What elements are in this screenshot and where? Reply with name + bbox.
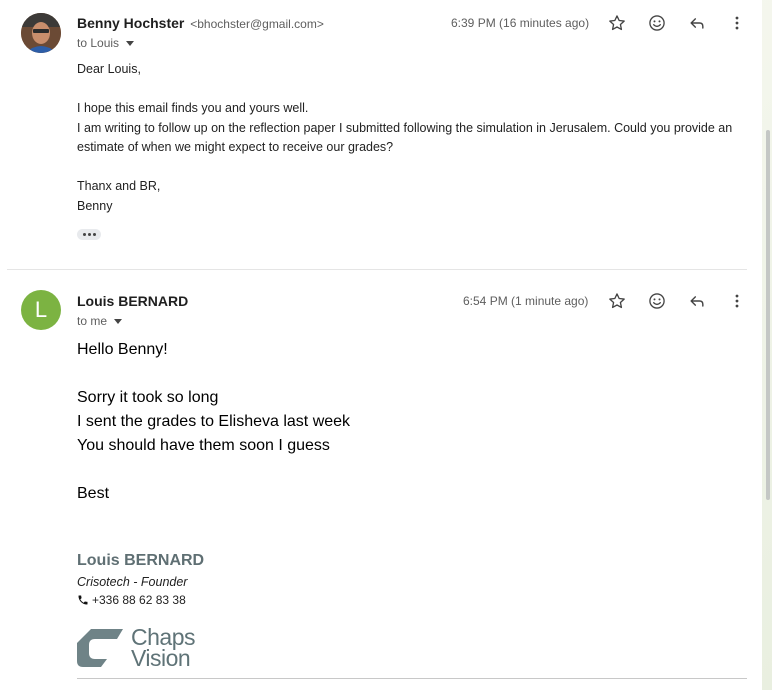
sender-name[interactable]: Louis BERNARD bbox=[77, 293, 188, 309]
scrollbar-thumb[interactable] bbox=[766, 130, 770, 500]
sender-name[interactable]: Benny Hochster bbox=[77, 15, 184, 31]
sender-line: Benny Hochster <bhochster@gmail.com> bbox=[77, 15, 324, 31]
emoji-icon bbox=[649, 293, 665, 309]
signature-title: Crisotech - Founder bbox=[77, 575, 188, 589]
timestamp: 6:54 PM (1 minute ago) bbox=[463, 294, 589, 308]
paragraph: I am writing to follow up on the reflect… bbox=[77, 120, 733, 155]
sender-avatar[interactable] bbox=[21, 13, 61, 53]
star-icon bbox=[609, 15, 625, 31]
reply-button[interactable] bbox=[685, 289, 709, 313]
chaps-vision-logo-icon bbox=[77, 629, 123, 667]
timestamp: 6:39 PM (16 minutes ago) bbox=[451, 16, 590, 30]
email-thread: Benny Hochster <bhochster@gmail.com> to … bbox=[0, 0, 762, 690]
body-line: I sent the grades to Elisheva last week bbox=[77, 413, 351, 430]
to-label: to Louis bbox=[77, 36, 120, 50]
company-logo: Chaps Vision bbox=[77, 626, 195, 671]
signature-name: Louis BERNARD bbox=[77, 552, 205, 569]
star-button[interactable] bbox=[605, 11, 629, 35]
paragraph: I hope this email finds you and yours we… bbox=[77, 101, 309, 115]
more-options-button[interactable] bbox=[725, 289, 749, 313]
body-line: Sorry it took so long bbox=[77, 389, 219, 406]
scrollbar[interactable] bbox=[764, 0, 772, 690]
emoji-reaction-button[interactable] bbox=[645, 11, 669, 35]
sender-email: <bhochster@gmail.com> bbox=[190, 17, 324, 31]
to-label: to me bbox=[77, 314, 108, 328]
closing: Best bbox=[77, 485, 110, 502]
signature-phone: +336 88 62 83 38 bbox=[77, 593, 186, 607]
logo-wordmark: Chaps Vision bbox=[131, 626, 195, 671]
message-body: Dear Louis, I hope this email finds you … bbox=[77, 60, 747, 216]
phone-icon bbox=[78, 595, 88, 605]
greeting: Hello Benny! bbox=[77, 341, 168, 358]
reply-icon bbox=[690, 18, 704, 29]
message-divider bbox=[7, 269, 747, 270]
chevron-down-icon bbox=[126, 40, 135, 46]
recipients-toggle[interactable]: to me bbox=[77, 314, 123, 328]
signoff: Benny bbox=[77, 198, 113, 213]
reply-icon bbox=[690, 296, 704, 307]
phone-number[interactable]: +336 88 62 83 38 bbox=[92, 593, 186, 607]
sender-line: Louis BERNARD bbox=[77, 293, 188, 309]
closing: Thanx and BR, bbox=[77, 179, 161, 193]
chevron-down-icon bbox=[114, 318, 123, 324]
recipients-toggle[interactable]: to Louis bbox=[77, 36, 135, 50]
show-trimmed-content-button[interactable] bbox=[77, 229, 101, 240]
avatar-photo-icon bbox=[21, 13, 61, 53]
body-line: You should have them soon I guess bbox=[77, 437, 330, 454]
emoji-icon bbox=[649, 15, 665, 31]
reply-area-divider bbox=[77, 678, 747, 679]
sender-avatar[interactable]: L bbox=[21, 290, 61, 330]
more-vert-icon bbox=[735, 16, 739, 30]
more-vert-icon bbox=[735, 294, 739, 308]
emoji-reaction-button[interactable] bbox=[645, 289, 669, 313]
reply-button[interactable] bbox=[685, 11, 709, 35]
more-options-button[interactable] bbox=[725, 11, 749, 35]
greeting: Dear Louis, bbox=[77, 62, 141, 76]
star-icon bbox=[609, 293, 625, 309]
logo-line: Vision bbox=[131, 645, 191, 671]
message-body: Hello Benny! Sorry it took so long I sen… bbox=[77, 338, 747, 506]
star-button[interactable] bbox=[605, 289, 629, 313]
